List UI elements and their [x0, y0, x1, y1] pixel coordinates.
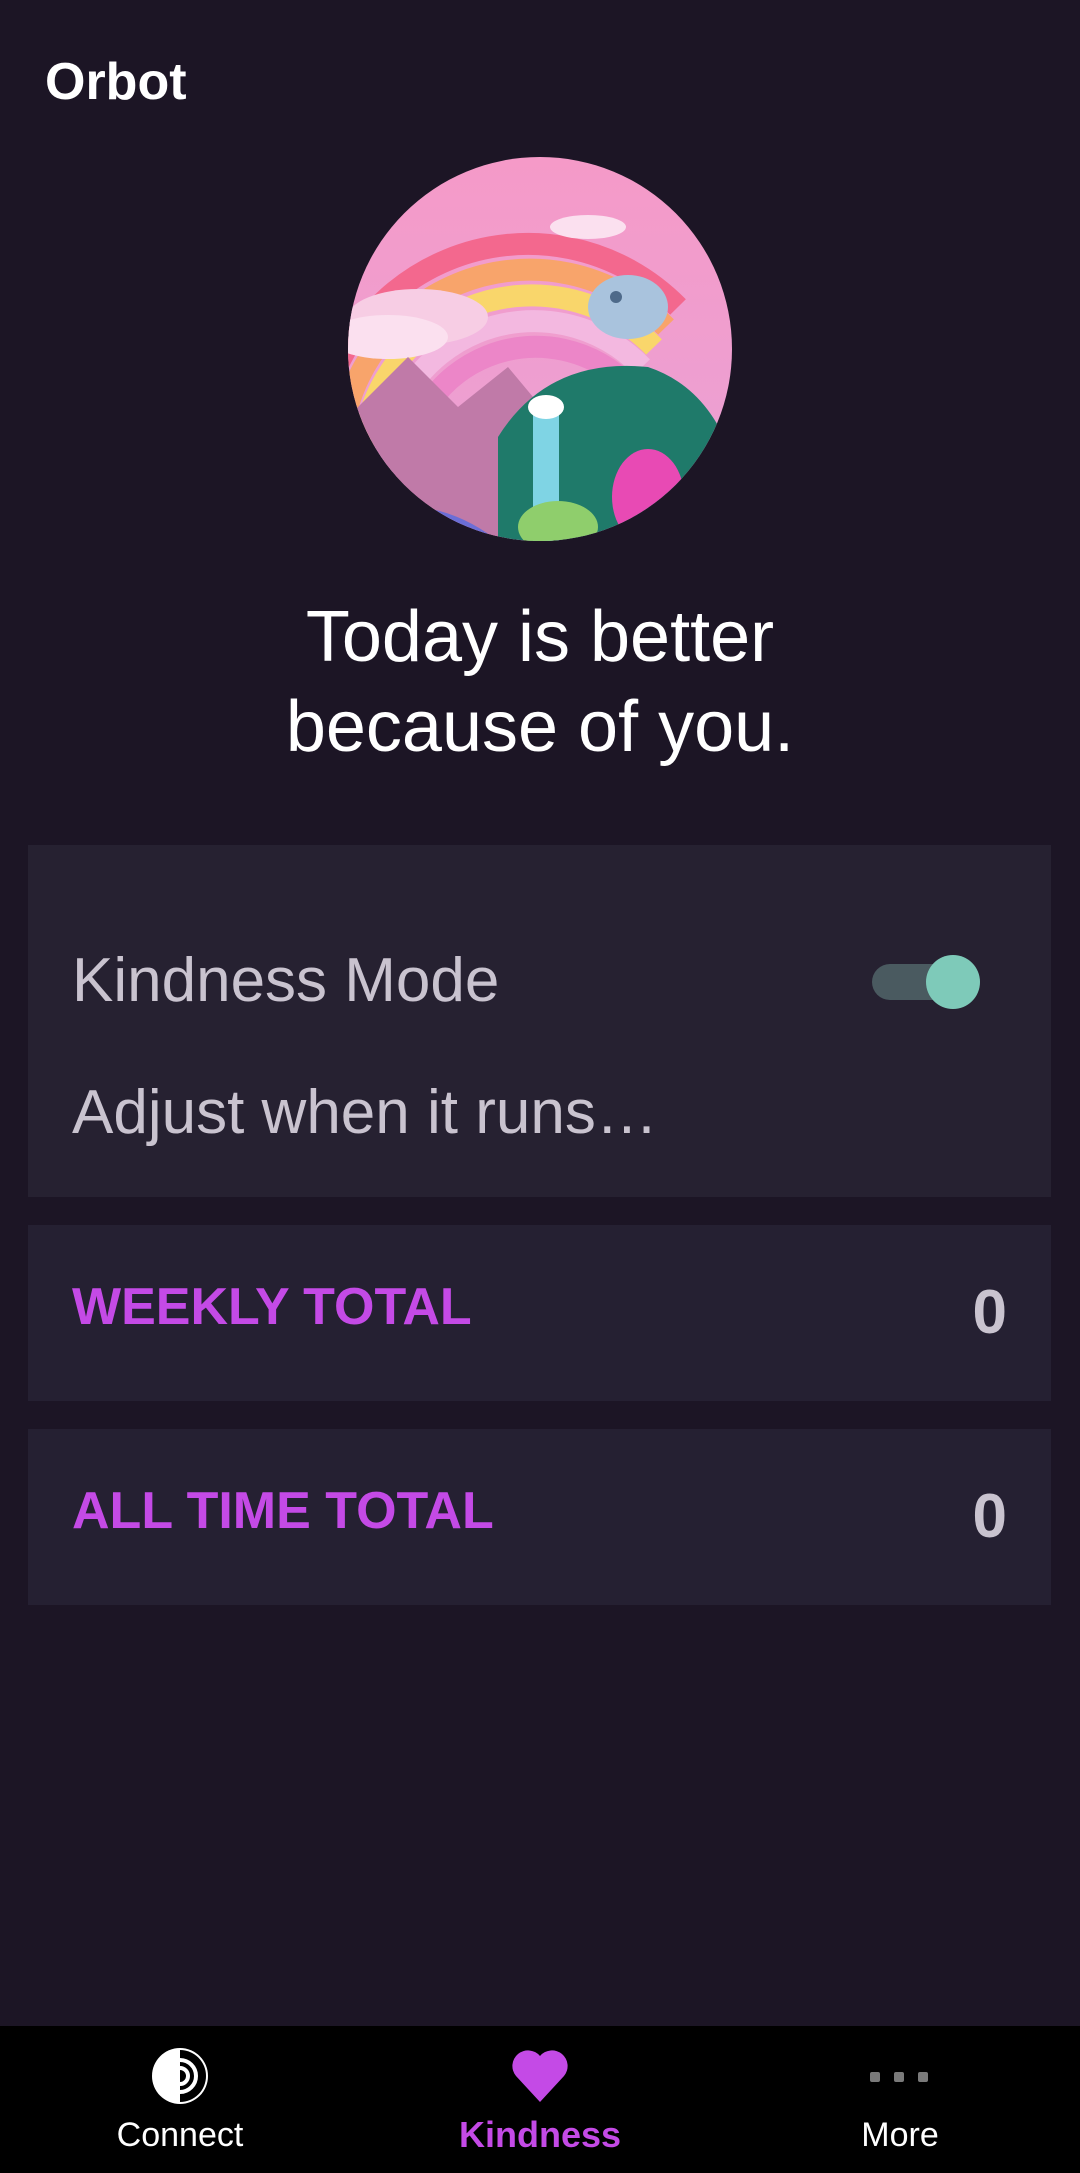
bottom-navigation: Connect Kindness More [0, 2026, 1080, 2173]
nav-more-label: More [861, 2116, 939, 2154]
app-title: Orbot [45, 53, 187, 111]
toggle-thumb [926, 955, 980, 1009]
tagline-line-2: because of you. [285, 687, 795, 767]
weekly-total-card: WEEKLY TOTAL 0 [28, 1225, 1051, 1401]
tor-onion-icon [152, 2048, 208, 2104]
nav-kindness[interactable]: Kindness [360, 2026, 720, 2173]
nav-more[interactable]: More [720, 2026, 1080, 2173]
nav-connect-label: Connect [116, 2116, 244, 2154]
more-dots-icon [870, 2072, 928, 2082]
kindness-illustration [348, 157, 732, 541]
nav-kindness-label: Kindness [458, 2114, 622, 2155]
alltime-total-card: ALL TIME TOTAL 0 [28, 1429, 1051, 1605]
weekly-total-value: 0 [972, 1278, 1007, 1347]
heart-icon [512, 2050, 568, 2102]
kindness-mode-card: Kindness Mode Adjust when it runs… [28, 845, 1051, 1197]
kindness-mode-label: Kindness Mode [72, 946, 500, 1015]
tagline-line-1: Today is better [305, 597, 775, 677]
alltime-total-label: ALL TIME TOTAL [72, 1482, 494, 1540]
alltime-total-value: 0 [972, 1482, 1007, 1551]
nav-connect[interactable]: Connect [0, 2026, 360, 2173]
kindness-mode-toggle[interactable] [866, 953, 986, 1009]
adjust-schedule-link[interactable]: Adjust when it runs… [72, 1077, 658, 1148]
tagline: Today is better because of you. [0, 592, 1080, 772]
weekly-total-label: WEEKLY TOTAL [72, 1278, 472, 1336]
